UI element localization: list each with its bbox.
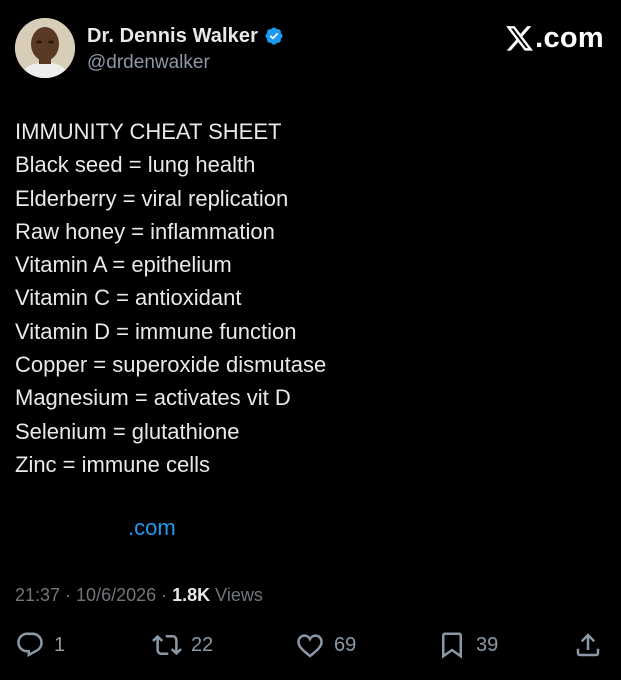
tweet-time[interactable]: 21:37 — [15, 585, 60, 605]
tweet-line: Vitamin A = epithelium — [15, 252, 232, 278]
tweet-meta: 21:37 · 10/6/2026 · 1.8K Views — [15, 585, 263, 606]
author-name-row: Dr. Dennis Walker — [87, 23, 284, 49]
tweet-line: Copper = superoxide dismutase — [15, 352, 327, 378]
tweet-line: Vitamin D = immune function — [15, 318, 297, 344]
tweet-text: IMMUNITY CHEAT SHEET Black seed = lung h… — [15, 115, 606, 481]
tweet-line: Selenium = glutathione — [15, 418, 240, 444]
tweet-line: Raw honey = inflammation — [15, 218, 275, 244]
share-button[interactable] — [573, 630, 603, 660]
tweet-line: Black seed = lung health — [15, 152, 256, 178]
views-count: 1.8K — [172, 585, 211, 605]
brand-watermark: .com — [506, 22, 604, 55]
brand-text: .com — [535, 22, 604, 54]
tweet-link[interactable]: .com — [128, 515, 176, 541]
tweet-date[interactable]: 10/6/2026 — [76, 585, 156, 605]
reply-icon — [15, 630, 45, 660]
repost-count: 22 — [191, 633, 214, 656]
tweet-line: Vitamin C = antioxidant — [15, 285, 242, 311]
author-handle[interactable]: @drdenwalker — [87, 52, 284, 74]
reply-count: 1 — [54, 633, 66, 656]
share-icon — [573, 630, 603, 660]
verified-badge-icon — [264, 26, 284, 46]
tweet-line: Zinc = immune cells — [15, 451, 211, 477]
author-display-name[interactable]: Dr. Dennis Walker — [87, 25, 258, 48]
tweet-line: Elderberry = viral replication — [15, 185, 289, 211]
reply-button[interactable]: 1 — [15, 630, 65, 660]
repost-button[interactable]: 22 — [152, 630, 213, 660]
tweet-line: Magnesium = activates vit D — [15, 385, 291, 411]
heart-icon — [295, 630, 325, 660]
author-info: Dr. Dennis Walker @drdenwalker — [87, 23, 284, 74]
like-count: 69 — [334, 633, 357, 656]
avatar[interactable] — [15, 18, 75, 78]
meta-separator: · — [156, 585, 173, 605]
meta-separator: · — [60, 585, 77, 605]
repost-icon — [152, 630, 182, 660]
bookmark-button[interactable]: 39 — [437, 630, 498, 660]
action-bar: 1 22 69 39 — [15, 630, 606, 670]
views-label: Views — [210, 585, 263, 605]
tweet-line-heading: IMMUNITY CHEAT SHEET — [15, 119, 282, 144]
like-button[interactable]: 69 — [295, 630, 356, 660]
bookmark-icon — [437, 630, 467, 660]
x-logo-icon — [506, 25, 534, 52]
tweet-header: Dr. Dennis Walker @drdenwalker .com — [15, 18, 606, 80]
bookmark-count: 39 — [476, 633, 499, 656]
